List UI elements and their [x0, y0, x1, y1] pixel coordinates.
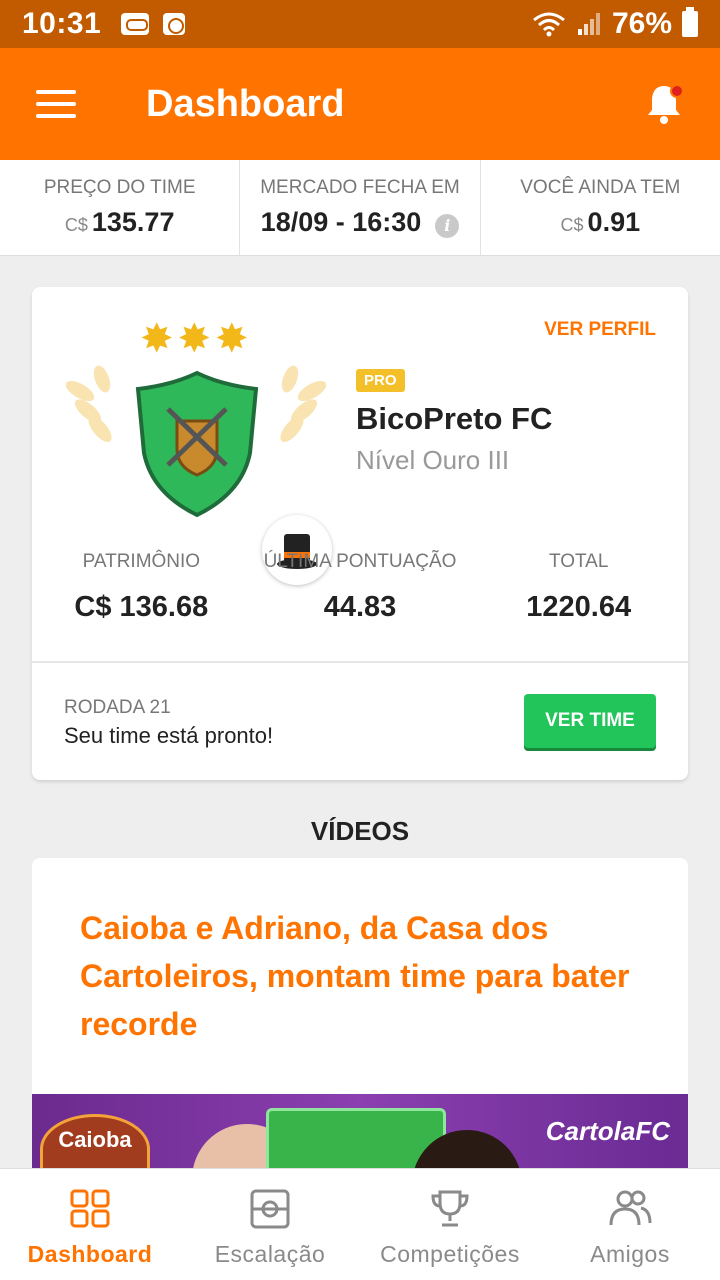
trophy-icon [431, 1190, 469, 1227]
balance-value: 0.91 [587, 207, 641, 237]
stat-label: TOTAL [548, 551, 609, 572]
notification-dot [670, 84, 684, 98]
status-right: 76% [532, 7, 698, 41]
team-crest [66, 357, 332, 585]
field-icon [250, 1189, 290, 1229]
stat-total: TOTAL 1220.64 [469, 551, 688, 624]
bottom-navigation: Dashboard Escalação Competições Amigos [0, 1168, 720, 1280]
cartola-logo: CartolaFC [545, 1116, 670, 1146]
pro-badge: PRO [356, 369, 405, 392]
info-icon[interactable]: i [435, 214, 460, 238]
team-price: PREÇO DO TIME C$ 135.77 [0, 160, 241, 255]
nav-amigos[interactable]: Amigos [540, 1169, 720, 1280]
market-close-value-row: 18/09 - 16:30 i [261, 207, 460, 238]
nav-label: Competições [380, 1241, 520, 1267]
status-notification-icons [121, 13, 186, 35]
view-profile-link[interactable]: VER PERFIL [544, 319, 656, 341]
balance-label: VOCÊ AINDA TEM [520, 177, 681, 198]
market-close: MERCADO FECHA EM 18/09 - 16:30 i [240, 160, 481, 255]
video-headline[interactable]: Caioba e Adriano, da Casa dos Cartoleiro… [80, 904, 640, 1048]
star-icon: ✸ [140, 317, 174, 361]
stat-patrimonio: PATRIMÔNIO C$ 136.68 [32, 551, 251, 624]
stat-value: 1220.64 [526, 591, 632, 623]
nav-escalacao[interactable]: Escalação [180, 1169, 360, 1280]
team-price-label: PREÇO DO TIME [43, 177, 196, 198]
app-bar: Dashboard [0, 48, 720, 160]
nav-label: Dashboard [27, 1241, 153, 1267]
battery-icon [682, 7, 698, 37]
status-bar: 10:31 76% [0, 0, 720, 48]
menu-icon[interactable] [36, 90, 76, 118]
wifi-icon [533, 12, 565, 37]
voicemail-icon [121, 13, 150, 35]
team-price-value-row: C$ 135.77 [65, 207, 175, 238]
stat-label: ÚLTIMA PONTUAÇÃO [263, 551, 457, 572]
currency-symbol: C$ [560, 215, 584, 235]
status-time: 10:31 [22, 7, 102, 40]
stat-value: 44.83 [323, 591, 397, 623]
team-price-value: 135.77 [91, 207, 175, 237]
team-profile-card: VER PERFIL ✸ ✸ ✸ PRO BicoPreto FC Nível … [32, 287, 688, 780]
alarm-icon [163, 13, 186, 35]
nav-competicoes[interactable]: Competições [360, 1169, 540, 1280]
divider [32, 661, 688, 663]
round-label: RODADA 21 [64, 697, 171, 718]
shield-icon [135, 370, 259, 518]
stat-label: PATRIMÔNIO [82, 551, 201, 572]
dashboard-grid-icon [70, 1189, 110, 1228]
team-stats: PATRIMÔNIO C$ 136.68 ÚLTIMA PONTUAÇÃO 44… [32, 551, 688, 624]
stat-value: C$ 136.68 [74, 591, 209, 623]
battery-percent: 76% [611, 7, 672, 40]
market-close-value: 18/09 - 16:30 [260, 207, 422, 237]
video-card[interactable]: Caioba e Adriano, da Casa dos Cartoleiro… [32, 858, 688, 1178]
balance-value-row: C$ 0.91 [561, 207, 641, 238]
team-level: Nível Ouro III [356, 445, 510, 475]
notifications-button[interactable] [644, 82, 684, 126]
page-title: Dashboard [146, 82, 345, 125]
market-info-strip: PREÇO DO TIME C$ 135.77 MERCADO FECHA EM… [0, 160, 720, 256]
balance: VOCÊ AINDA TEM C$ 0.91 [481, 160, 720, 255]
round-status: Seu time está pronto! [64, 723, 274, 748]
stat-ultima-pontuacao: ÚLTIMA PONTUAÇÃO 44.83 [251, 551, 470, 624]
view-team-button[interactable]: VER TIME [524, 694, 656, 748]
videos-section-title: VÍDEOS [310, 816, 410, 846]
friends-icon [609, 1190, 652, 1226]
video-thumbnail[interactable]: Caioba CartolaFC [32, 1094, 688, 1178]
star-icon: ✸ [215, 317, 249, 361]
nav-dashboard[interactable]: Dashboard [0, 1169, 180, 1280]
nav-label: Amigos [590, 1241, 670, 1267]
currency-symbol: C$ [64, 215, 88, 235]
team-name: BicoPreto FC [356, 401, 553, 436]
rating-stars: ✸ ✸ ✸ [140, 319, 249, 359]
star-icon: ✸ [177, 317, 212, 361]
market-close-label: MERCADO FECHA EM [260, 177, 460, 198]
nav-label: Escalação [214, 1241, 326, 1267]
signal-icon [577, 13, 600, 35]
